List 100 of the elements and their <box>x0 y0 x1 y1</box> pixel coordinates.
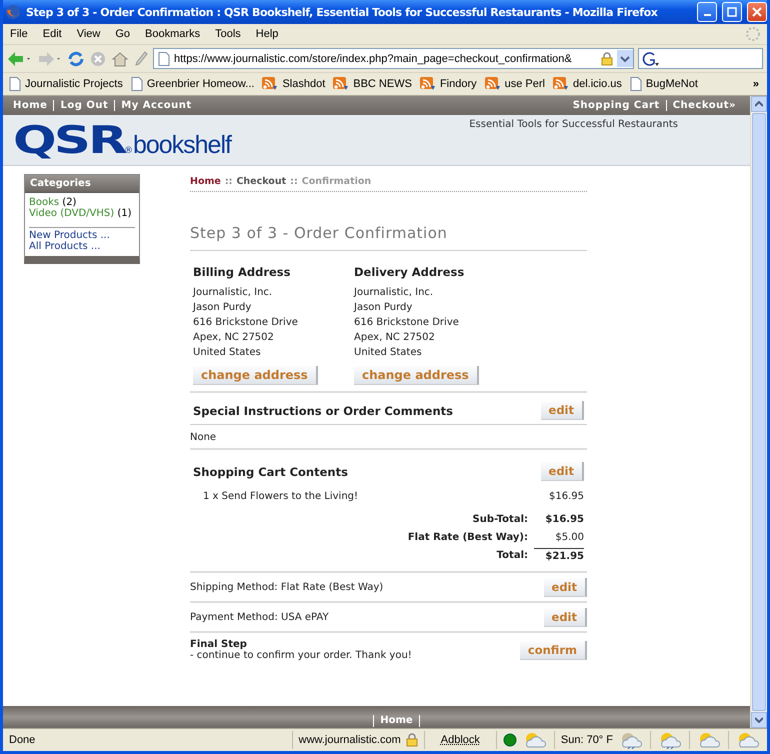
adblock-label[interactable]: Adblock <box>440 734 480 746</box>
address-line: Journalistic, Inc. <box>193 286 274 300</box>
address-line: United States <box>354 346 423 360</box>
comments-text: None <box>190 425 587 450</box>
breadcrumb-separator: :: <box>224 176 232 187</box>
address-line: 616 Brickstone Drive <box>193 316 299 330</box>
breadcrumb-separator: :: <box>290 176 298 187</box>
products-link[interactable]: New Products ... <box>29 230 110 241</box>
cart-item: 1 x Send Flowers to the Living! <box>203 491 358 502</box>
home-icon[interactable] <box>111 50 129 68</box>
browser-logo-icon <box>5 4 21 20</box>
section-title: Final Step <box>190 639 248 650</box>
close-button[interactable] <box>747 2 767 22</box>
status-text: Done <box>8 734 36 746</box>
total-label: Sub-Total: <box>472 513 528 527</box>
breadcrumb-item[interactable]: Checkout <box>236 176 286 187</box>
nav-link[interactable]: Checkout» <box>666 100 742 111</box>
total-value: $5.00 <box>554 531 584 545</box>
weather-text: Sun: 70° F <box>560 734 613 746</box>
window-title: Step 3 of 3 - Order Confirmation : QSR Bookshelf, Essential Tools for Successful Restaurants - Mozilla Firefox <box>26 6 658 18</box>
reload-icon[interactable] <box>67 50 85 68</box>
section-title: Shopping Cart Contents <box>193 464 348 478</box>
item-price: $16.95 <box>549 491 584 502</box>
logo-name: bookshelf <box>132 131 231 160</box>
more-bookmarks-button[interactable]: » <box>752 78 759 90</box>
bookmark-item[interactable]: Greenbrier Homeow... <box>130 77 254 91</box>
page-icon <box>630 77 642 91</box>
lock-icon <box>406 733 418 747</box>
section-title: Special Instructions or Order Comments <box>193 404 454 418</box>
total-value: $16.95 <box>544 513 584 527</box>
address-line: United States <box>193 346 262 360</box>
address-line: Jason Purdy <box>193 301 252 315</box>
address-line: Jason Purdy <box>354 301 414 315</box>
panel-title: Categories <box>25 175 139 193</box>
feed-icon <box>484 77 501 91</box>
maximize-button[interactable] <box>722 2 742 22</box>
address-line: 616 Brickstone Drive <box>354 316 460 330</box>
payment-method: Payment Method: USA ePAY <box>190 612 329 623</box>
bookmark-item[interactable]: Slashdot <box>262 77 326 91</box>
bookmark-item[interactable]: BBC NEWS <box>333 77 412 91</box>
feed-icon <box>262 77 278 91</box>
total-label: Total: <box>496 549 528 563</box>
scrollbar[interactable] <box>750 96 767 728</box>
menu-item[interactable]: Go <box>114 28 132 40</box>
breadcrumb-item[interactable]: Home <box>190 176 221 187</box>
nav-link[interactable]: Home <box>7 100 54 111</box>
breadcrumb-item: Confirmation <box>302 176 372 187</box>
address-field[interactable]: https://www.journalistic.com/store/index.php?main_page=checkout_confirmation& <box>153 48 634 69</box>
bookmark-item[interactable]: del.icio.us <box>552 77 622 91</box>
menu-item[interactable]: View <box>76 28 102 40</box>
registered-mark: ® <box>124 146 133 156</box>
menu-item[interactable]: Tools <box>214 28 242 40</box>
site-host: www.journalistic.com <box>298 734 401 746</box>
address-line: Apex, NC 27502 <box>354 331 436 345</box>
throbber-icon <box>745 26 761 42</box>
products-link[interactable]: All Products ... <box>29 241 100 252</box>
menu-item[interactable]: File <box>9 28 29 40</box>
page-heading: Step 3 of 3 - Order Confirmation <box>190 192 587 251</box>
section-title: Billing Address <box>193 265 292 279</box>
category-count: (2) <box>62 197 76 208</box>
menu-item[interactable]: Edit <box>42 28 63 40</box>
search-engine-icon <box>642 50 660 66</box>
maximize-icon <box>727 7 737 17</box>
menu-item[interactable]: Bookmarks <box>144 28 202 40</box>
minimize-icon <box>704 14 710 16</box>
page-icon <box>130 77 143 91</box>
back-icon[interactable] <box>7 50 33 66</box>
section-title: Delivery Address <box>354 265 466 279</box>
shipping-method: Shipping Method: Flat Rate (Best Way) <box>190 582 384 593</box>
final-step-text: - continue to confirm your order. Thank you! <box>190 650 412 661</box>
page-icon <box>9 77 21 91</box>
category-count: (1) <box>117 208 132 219</box>
feed-icon <box>333 77 350 91</box>
address-line: Apex, NC 27502 <box>193 331 275 345</box>
search-field[interactable] <box>638 48 763 69</box>
category-link[interactable]: Books <box>29 197 60 208</box>
feed-icon <box>420 77 436 91</box>
total-value: $21.95 <box>534 548 584 565</box>
nav-link[interactable]: My Account <box>114 100 198 111</box>
feed-icon <box>552 77 569 91</box>
category-link[interactable]: Video (DVD/VHS) <box>29 208 114 219</box>
scroll-up-icon[interactable] <box>755 101 763 107</box>
nav-link[interactable]: Shopping Cart <box>566 100 666 111</box>
bookmark-item[interactable]: Findory <box>420 77 477 91</box>
address-line: Journalistic, Inc. <box>354 286 434 300</box>
menu-item[interactable]: Help <box>254 28 280 40</box>
brush-icon[interactable] <box>133 50 149 68</box>
minimize-button[interactable] <box>697 2 717 22</box>
lock-icon <box>601 52 613 66</box>
tagline: Essential Tools for Successful Restaurants <box>469 118 679 130</box>
bookmark-item[interactable]: use Perl <box>484 77 545 91</box>
scroll-down-icon[interactable] <box>755 717 763 723</box>
bookmark-item[interactable]: Journalistic Projects <box>9 77 123 91</box>
nav-link[interactable]: Log Out <box>53 100 114 111</box>
logo-text: QSR <box>13 120 125 160</box>
close-icon <box>752 7 762 17</box>
status-dot-icon <box>502 733 517 747</box>
total-label: Flat Rate (Best Way): <box>408 531 528 545</box>
dropdown-icon[interactable] <box>617 50 633 67</box>
bookmark-item[interactable]: BugMeNot <box>630 77 698 91</box>
